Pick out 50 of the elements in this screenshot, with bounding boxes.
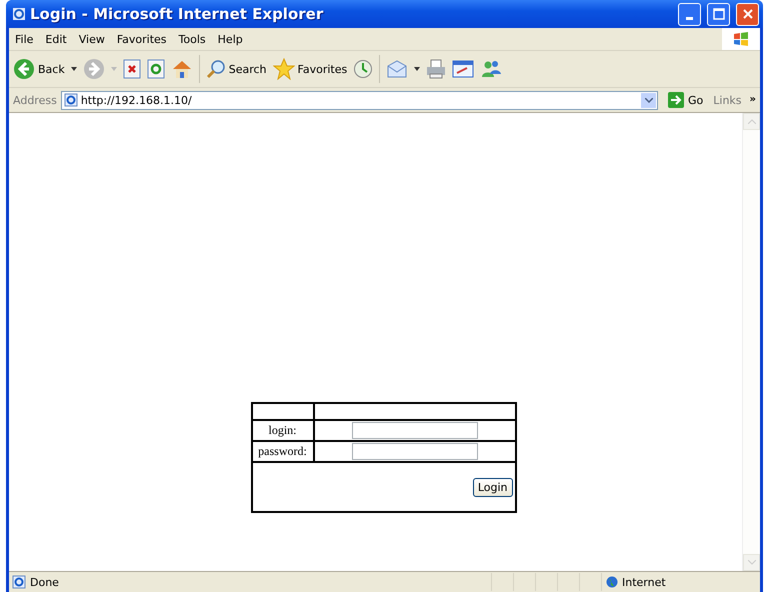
menu-item[interactable]: Edit: [39, 32, 73, 46]
arrow-icon: [668, 92, 684, 108]
menu-item[interactable]: Tools: [172, 32, 212, 46]
address-text: http://192.168.1.10/: [80, 94, 193, 106]
windows-logo-icon: [733, 31, 749, 47]
chevron[interactable]: »: [750, 94, 756, 106]
field-label: password:: [258, 444, 307, 458]
stop-icon[interactable]: [122, 59, 141, 79]
printer-icon[interactable]: [426, 59, 446, 79]
address-field[interactable]: http://192.168.1.10/: [60, 90, 658, 110]
search-button[interactable]: Search: [206, 59, 267, 79]
minimize-button[interactable]: [678, 2, 701, 26]
dropdown-button[interactable]: [641, 92, 656, 108]
go-button[interactable]: Go: [662, 92, 710, 108]
login-button[interactable]: Login: [472, 478, 512, 496]
edit-icon[interactable]: [452, 60, 474, 78]
close-icon: [742, 8, 754, 20]
globe-icon: [606, 576, 618, 588]
address-label: Address: [13, 94, 57, 106]
minimize-icon: [686, 16, 693, 20]
zone-text: Internet: [622, 576, 666, 588]
close-button[interactable]: [736, 2, 759, 26]
dropdown-arrow-icon[interactable]: [414, 67, 420, 71]
search-icon: [206, 59, 226, 79]
input-field[interactable]: [352, 422, 478, 439]
home-icon[interactable]: [170, 59, 193, 79]
status-text: Done: [30, 576, 59, 588]
maximize-button[interactable]: [707, 2, 730, 26]
input-field[interactable]: [352, 443, 478, 460]
dropdown-arrow-icon[interactable]: [70, 67, 77, 71]
menu-item[interactable]: File: [9, 32, 40, 46]
history-icon[interactable]: [353, 59, 374, 79]
refresh-icon[interactable]: [146, 59, 165, 79]
mail-icon[interactable]: [386, 59, 408, 79]
page-icon: [12, 575, 26, 589]
people-icon[interactable]: [480, 59, 502, 79]
maximize-icon: [712, 8, 724, 20]
menu-item[interactable]: Favorites: [110, 32, 173, 46]
browser-icon: [12, 7, 26, 21]
page-icon: [64, 93, 78, 107]
window-title: Login - Microsoft Internet Explorer: [30, 5, 324, 23]
forward-icon[interactable]: [82, 58, 105, 80]
favorites-button[interactable]: Favorites: [272, 58, 348, 80]
back-button[interactable]: Back: [13, 58, 65, 80]
links-label[interactable]: Links: [713, 94, 742, 106]
star-icon: [272, 58, 295, 80]
menu-item[interactable]: View: [72, 32, 111, 46]
menu-item[interactable]: Help: [212, 32, 249, 46]
field-label: login:: [268, 423, 296, 437]
chevron-down-icon: [644, 98, 652, 102]
